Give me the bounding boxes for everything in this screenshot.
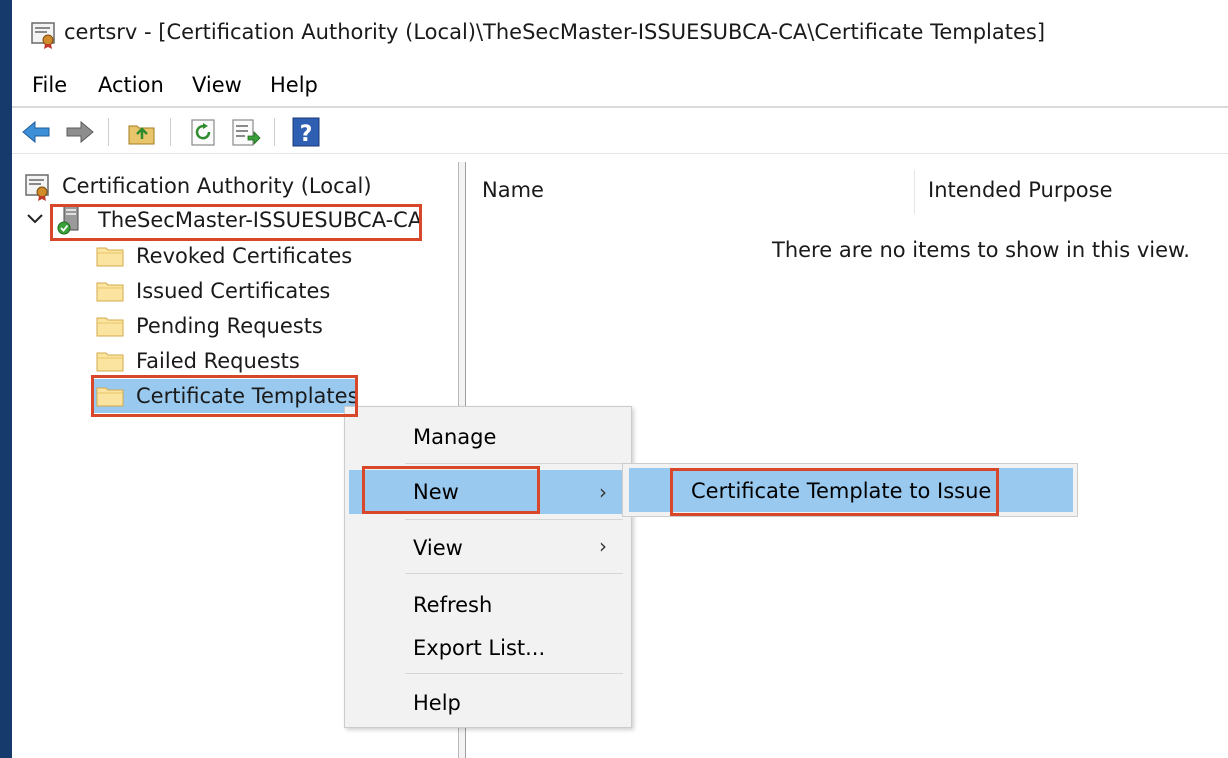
toolbar-separator [108, 118, 109, 146]
tree-label: Pending Requests [136, 314, 323, 338]
menu-item-label: Export List... [413, 636, 546, 660]
svg-text:?: ? [300, 122, 313, 147]
context-menu: Manage New › View › Refresh Export List.… [344, 406, 632, 728]
chevron-right-icon: › [599, 534, 607, 558]
toolbar-separator [274, 118, 275, 146]
menu-item-label: New [413, 480, 459, 504]
menu-item-label: View [413, 536, 463, 560]
context-menu-help[interactable]: Help [349, 683, 627, 723]
tree-label: Certification Authority (Local) [62, 174, 372, 198]
export-list-icon[interactable] [230, 117, 262, 147]
toolbar-separator [170, 118, 171, 146]
window-title: certsrv - [Certification Authority (Loca… [64, 20, 1046, 44]
menu-view[interactable]: View [192, 73, 242, 97]
help-icon[interactable]: ? [290, 117, 322, 147]
tree-item-pending-requests[interactable]: Pending Requests [94, 310, 394, 342]
context-menu-refresh[interactable]: Refresh [349, 585, 627, 625]
refresh-icon[interactable] [188, 117, 220, 147]
back-arrow-icon[interactable] [20, 117, 52, 147]
tree-label: Certificate Templates [136, 384, 359, 408]
menu-separator [405, 673, 623, 674]
column-header-name[interactable]: Name [482, 178, 544, 202]
forward-arrow-icon[interactable] [64, 117, 96, 147]
menu-separator [405, 573, 623, 574]
up-folder-icon[interactable] [126, 117, 158, 147]
context-menu-view[interactable]: View › [349, 528, 627, 568]
menu-action[interactable]: Action [98, 73, 164, 97]
folder-icon [96, 247, 124, 267]
context-menu-export-list[interactable]: Export List... [349, 628, 627, 668]
certificate-authority-icon [25, 174, 49, 201]
chevron-down-icon[interactable] [26, 212, 44, 226]
chevron-right-icon: › [599, 480, 607, 504]
column-separator[interactable] [914, 170, 915, 214]
tree-label: Failed Requests [136, 349, 300, 373]
menu-bar: File Action View Help [12, 66, 1228, 106]
toolbar: ? [12, 106, 1228, 154]
folder-icon [96, 352, 124, 372]
folder-icon [96, 387, 124, 407]
column-header-intended-purpose[interactable]: Intended Purpose [928, 178, 1113, 202]
menu-item-label: Help [413, 691, 461, 715]
tree-item-certificate-templates[interactable]: Certificate Templates [92, 379, 359, 413]
tree-item-revoked-certificates[interactable]: Revoked Certificates [94, 240, 394, 272]
folder-icon [96, 282, 124, 302]
certificate-authority-icon [31, 22, 55, 49]
tree-item-issued-certificates[interactable]: Issued Certificates [94, 275, 394, 307]
menu-item-label: Refresh [413, 593, 493, 617]
submenu-certificate-template-to-issue[interactable]: Certificate Template to Issue [629, 468, 1073, 512]
menu-separator [405, 463, 623, 464]
tree-label: Issued Certificates [136, 279, 331, 303]
menu-help[interactable]: Help [270, 73, 318, 97]
folder-icon [96, 317, 124, 337]
tree-item-failed-requests[interactable]: Failed Requests [94, 345, 394, 377]
ca-server-icon [57, 205, 79, 235]
tree-label: Revoked Certificates [136, 244, 353, 268]
tree-item-ca[interactable]: TheSecMaster-ISSUESUBCA-CA [26, 204, 426, 236]
menu-item-label: Manage [413, 425, 497, 449]
context-menu-new[interactable]: New › [349, 470, 627, 514]
menu-file[interactable]: File [32, 73, 67, 97]
new-submenu: Certificate Template to Issue [622, 463, 1078, 517]
context-menu-manage[interactable]: Manage [349, 417, 627, 457]
tree-item-root[interactable]: Certification Authority (Local) [22, 170, 402, 202]
empty-list-message: There are no items to show in this view. [772, 238, 1190, 262]
menu-separator [405, 519, 623, 520]
title-bar: certsrv - [Certification Authority (Loca… [12, 0, 1228, 66]
menu-item-label: Certificate Template to Issue [691, 479, 992, 503]
tree-label: TheSecMaster-ISSUESUBCA-CA [98, 208, 423, 232]
